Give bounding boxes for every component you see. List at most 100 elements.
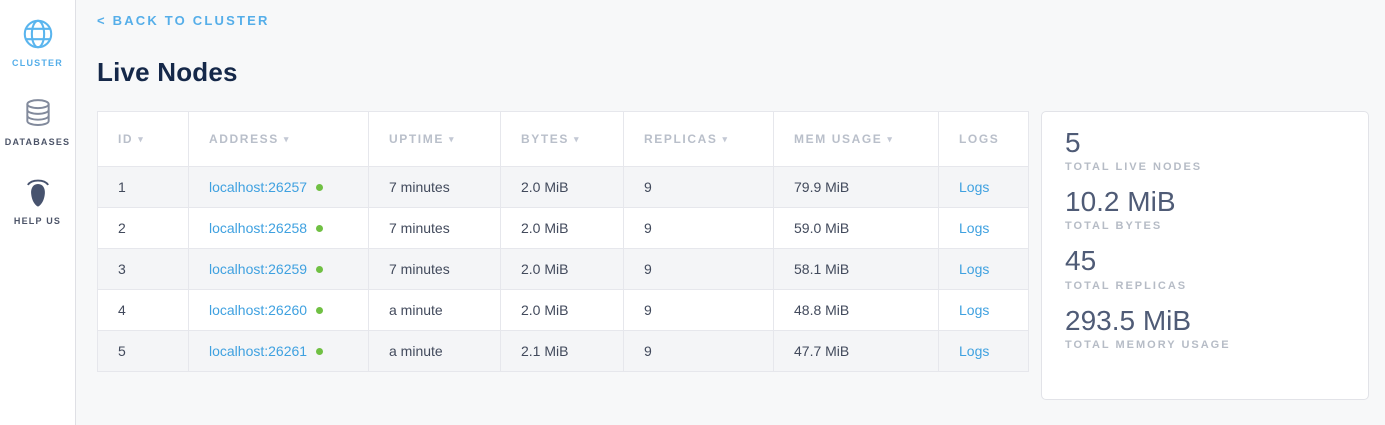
cell-replicas: 9: [624, 249, 774, 290]
column-header-address[interactable]: ADDRESS ▾: [189, 112, 369, 167]
cluster-summary-panel: 5 TOTAL LIVE NODES 10.2 MiB TOTAL BYTES …: [1041, 111, 1369, 400]
cell-address: localhost:26261: [189, 331, 369, 372]
column-header-replicas[interactable]: REPLICAS ▾: [624, 112, 774, 167]
cell-bytes: 2.0 MiB: [501, 167, 624, 208]
cell-replicas: 9: [624, 208, 774, 249]
cell-mem-usage: 79.9 MiB: [774, 167, 939, 208]
cell-node-id: 1: [98, 167, 189, 208]
column-header-logs: LOGS: [939, 112, 1029, 167]
column-header-label: REPLICAS: [644, 132, 717, 146]
summary-stat: 10.2 MiB TOTAL BYTES: [1065, 186, 1345, 232]
cell-uptime: 7 minutes: [369, 208, 501, 249]
cell-mem-usage: 58.1 MiB: [774, 249, 939, 290]
cell-bytes: 2.0 MiB: [501, 290, 624, 331]
logs-link[interactable]: Logs: [959, 343, 989, 359]
table-row: 3 localhost:26259 7 minutes 2.0 MiB 9 58…: [98, 249, 1029, 290]
cell-uptime: 7 minutes: [369, 167, 501, 208]
column-header-id[interactable]: ID ▾: [98, 112, 189, 167]
cell-uptime: 7 minutes: [369, 249, 501, 290]
cell-address: localhost:26257: [189, 167, 369, 208]
cell-logs: Logs: [939, 208, 1029, 249]
cell-logs: Logs: [939, 331, 1029, 372]
globe-icon: [21, 14, 55, 54]
page-title: Live Nodes: [97, 57, 1369, 88]
table-row: 2 localhost:26258 7 minutes 2.0 MiB 9 59…: [98, 208, 1029, 249]
column-header-label: ID: [118, 132, 133, 146]
sort-arrow-icon: ▾: [722, 134, 728, 144]
column-header-uptime[interactable]: UPTIME ▾: [369, 112, 501, 167]
sidebar-item-label: CLUSTER: [12, 58, 63, 68]
cell-mem-usage: 47.7 MiB: [774, 331, 939, 372]
sidebar-item-cluster[interactable]: CLUSTER: [0, 14, 75, 68]
content-row: ID ▾ ADDRESS ▾ UPTIME ▾ BYTES ▾ REPLICAS ▾ ME…: [97, 111, 1369, 400]
table-row: 4 localhost:26260 a minute 2.0 MiB 9 48.…: [98, 290, 1029, 331]
address-link[interactable]: localhost:26259: [209, 261, 307, 277]
cell-mem-usage: 59.0 MiB: [774, 208, 939, 249]
cell-logs: Logs: [939, 167, 1029, 208]
live-nodes-table: ID ▾ ADDRESS ▾ UPTIME ▾ BYTES ▾ REPLICAS ▾ ME…: [97, 111, 1029, 372]
cell-mem-usage: 48.8 MiB: [774, 290, 939, 331]
databases-icon: [22, 93, 54, 133]
column-header-label: ADDRESS: [209, 132, 279, 146]
sidebar-item-databases[interactable]: DATABASES: [0, 93, 75, 147]
column-header-mem-usage[interactable]: MEM USAGE▾: [774, 112, 939, 167]
logs-link[interactable]: Logs: [959, 261, 989, 277]
cell-bytes: 2.0 MiB: [501, 249, 624, 290]
cell-replicas: 9: [624, 290, 774, 331]
column-header-label: MEM USAGE: [794, 132, 882, 146]
sidebar-item-label: DATABASES: [5, 137, 70, 147]
stat-label: TOTAL BYTES: [1065, 220, 1345, 232]
address-link[interactable]: localhost:26260: [209, 302, 307, 318]
stat-value: 5: [1065, 127, 1345, 159]
cell-node-id: 5: [98, 331, 189, 372]
column-header-label: BYTES: [521, 132, 569, 146]
bug-icon: [22, 172, 54, 212]
table-row: 1 localhost:26257 7 minutes 2.0 MiB 9 79…: [98, 167, 1029, 208]
logs-link[interactable]: Logs: [959, 220, 989, 236]
sort-arrow-icon: ▾: [574, 134, 580, 144]
table-row: 5 localhost:26261 a minute 2.1 MiB 9 47.…: [98, 331, 1029, 372]
cell-node-id: 2: [98, 208, 189, 249]
cell-uptime: a minute: [369, 290, 501, 331]
stat-label: TOTAL MEMORY USAGE: [1065, 339, 1345, 351]
address-link[interactable]: localhost:26261: [209, 343, 307, 359]
healthy-status-dot-icon: [316, 266, 323, 273]
app-root: CLUSTER DATABASES HELP US: [0, 0, 1385, 425]
sort-arrow-icon: ▾: [449, 134, 455, 144]
cell-bytes: 2.1 MiB: [501, 331, 624, 372]
cell-logs: Logs: [939, 249, 1029, 290]
main-content: < BACK TO CLUSTER Live Nodes ID ▾ ADDRESS…: [76, 0, 1385, 425]
summary-stat: 293.5 MiB TOTAL MEMORY USAGE: [1065, 305, 1345, 351]
cell-node-id: 3: [98, 249, 189, 290]
sidebar-item-help-us[interactable]: HELP US: [0, 172, 75, 226]
stat-label: TOTAL REPLICAS: [1065, 280, 1345, 292]
back-to-cluster-link[interactable]: < BACK TO CLUSTER: [97, 13, 270, 28]
sort-arrow-icon: ▾: [284, 134, 290, 144]
cell-bytes: 2.0 MiB: [501, 208, 624, 249]
column-header-bytes[interactable]: BYTES ▾: [501, 112, 624, 167]
healthy-status-dot-icon: [316, 307, 323, 314]
table-header-row: ID ▾ ADDRESS ▾ UPTIME ▾ BYTES ▾ REPLICAS ▾ ME…: [98, 112, 1029, 167]
summary-stat: 45 TOTAL REPLICAS: [1065, 245, 1345, 291]
cell-replicas: 9: [624, 167, 774, 208]
sort-arrow-icon: ▾: [138, 134, 144, 144]
stat-label: TOTAL LIVE NODES: [1065, 161, 1345, 173]
column-header-label: UPTIME: [389, 132, 444, 146]
stat-value: 10.2 MiB: [1065, 186, 1345, 218]
cell-uptime: a minute: [369, 331, 501, 372]
logs-link[interactable]: Logs: [959, 179, 989, 195]
sidebar-item-label: HELP US: [14, 216, 61, 226]
cell-logs: Logs: [939, 290, 1029, 331]
stat-value: 45: [1065, 245, 1345, 277]
healthy-status-dot-icon: [316, 225, 323, 232]
healthy-status-dot-icon: [316, 348, 323, 355]
sidebar: CLUSTER DATABASES HELP US: [0, 0, 76, 425]
address-link[interactable]: localhost:26257: [209, 179, 307, 195]
healthy-status-dot-icon: [316, 184, 323, 191]
logs-link[interactable]: Logs: [959, 302, 989, 318]
column-header-label: LOGS: [959, 132, 999, 146]
cell-replicas: 9: [624, 331, 774, 372]
cell-node-id: 4: [98, 290, 189, 331]
cell-address: localhost:26260: [189, 290, 369, 331]
address-link[interactable]: localhost:26258: [209, 220, 307, 236]
